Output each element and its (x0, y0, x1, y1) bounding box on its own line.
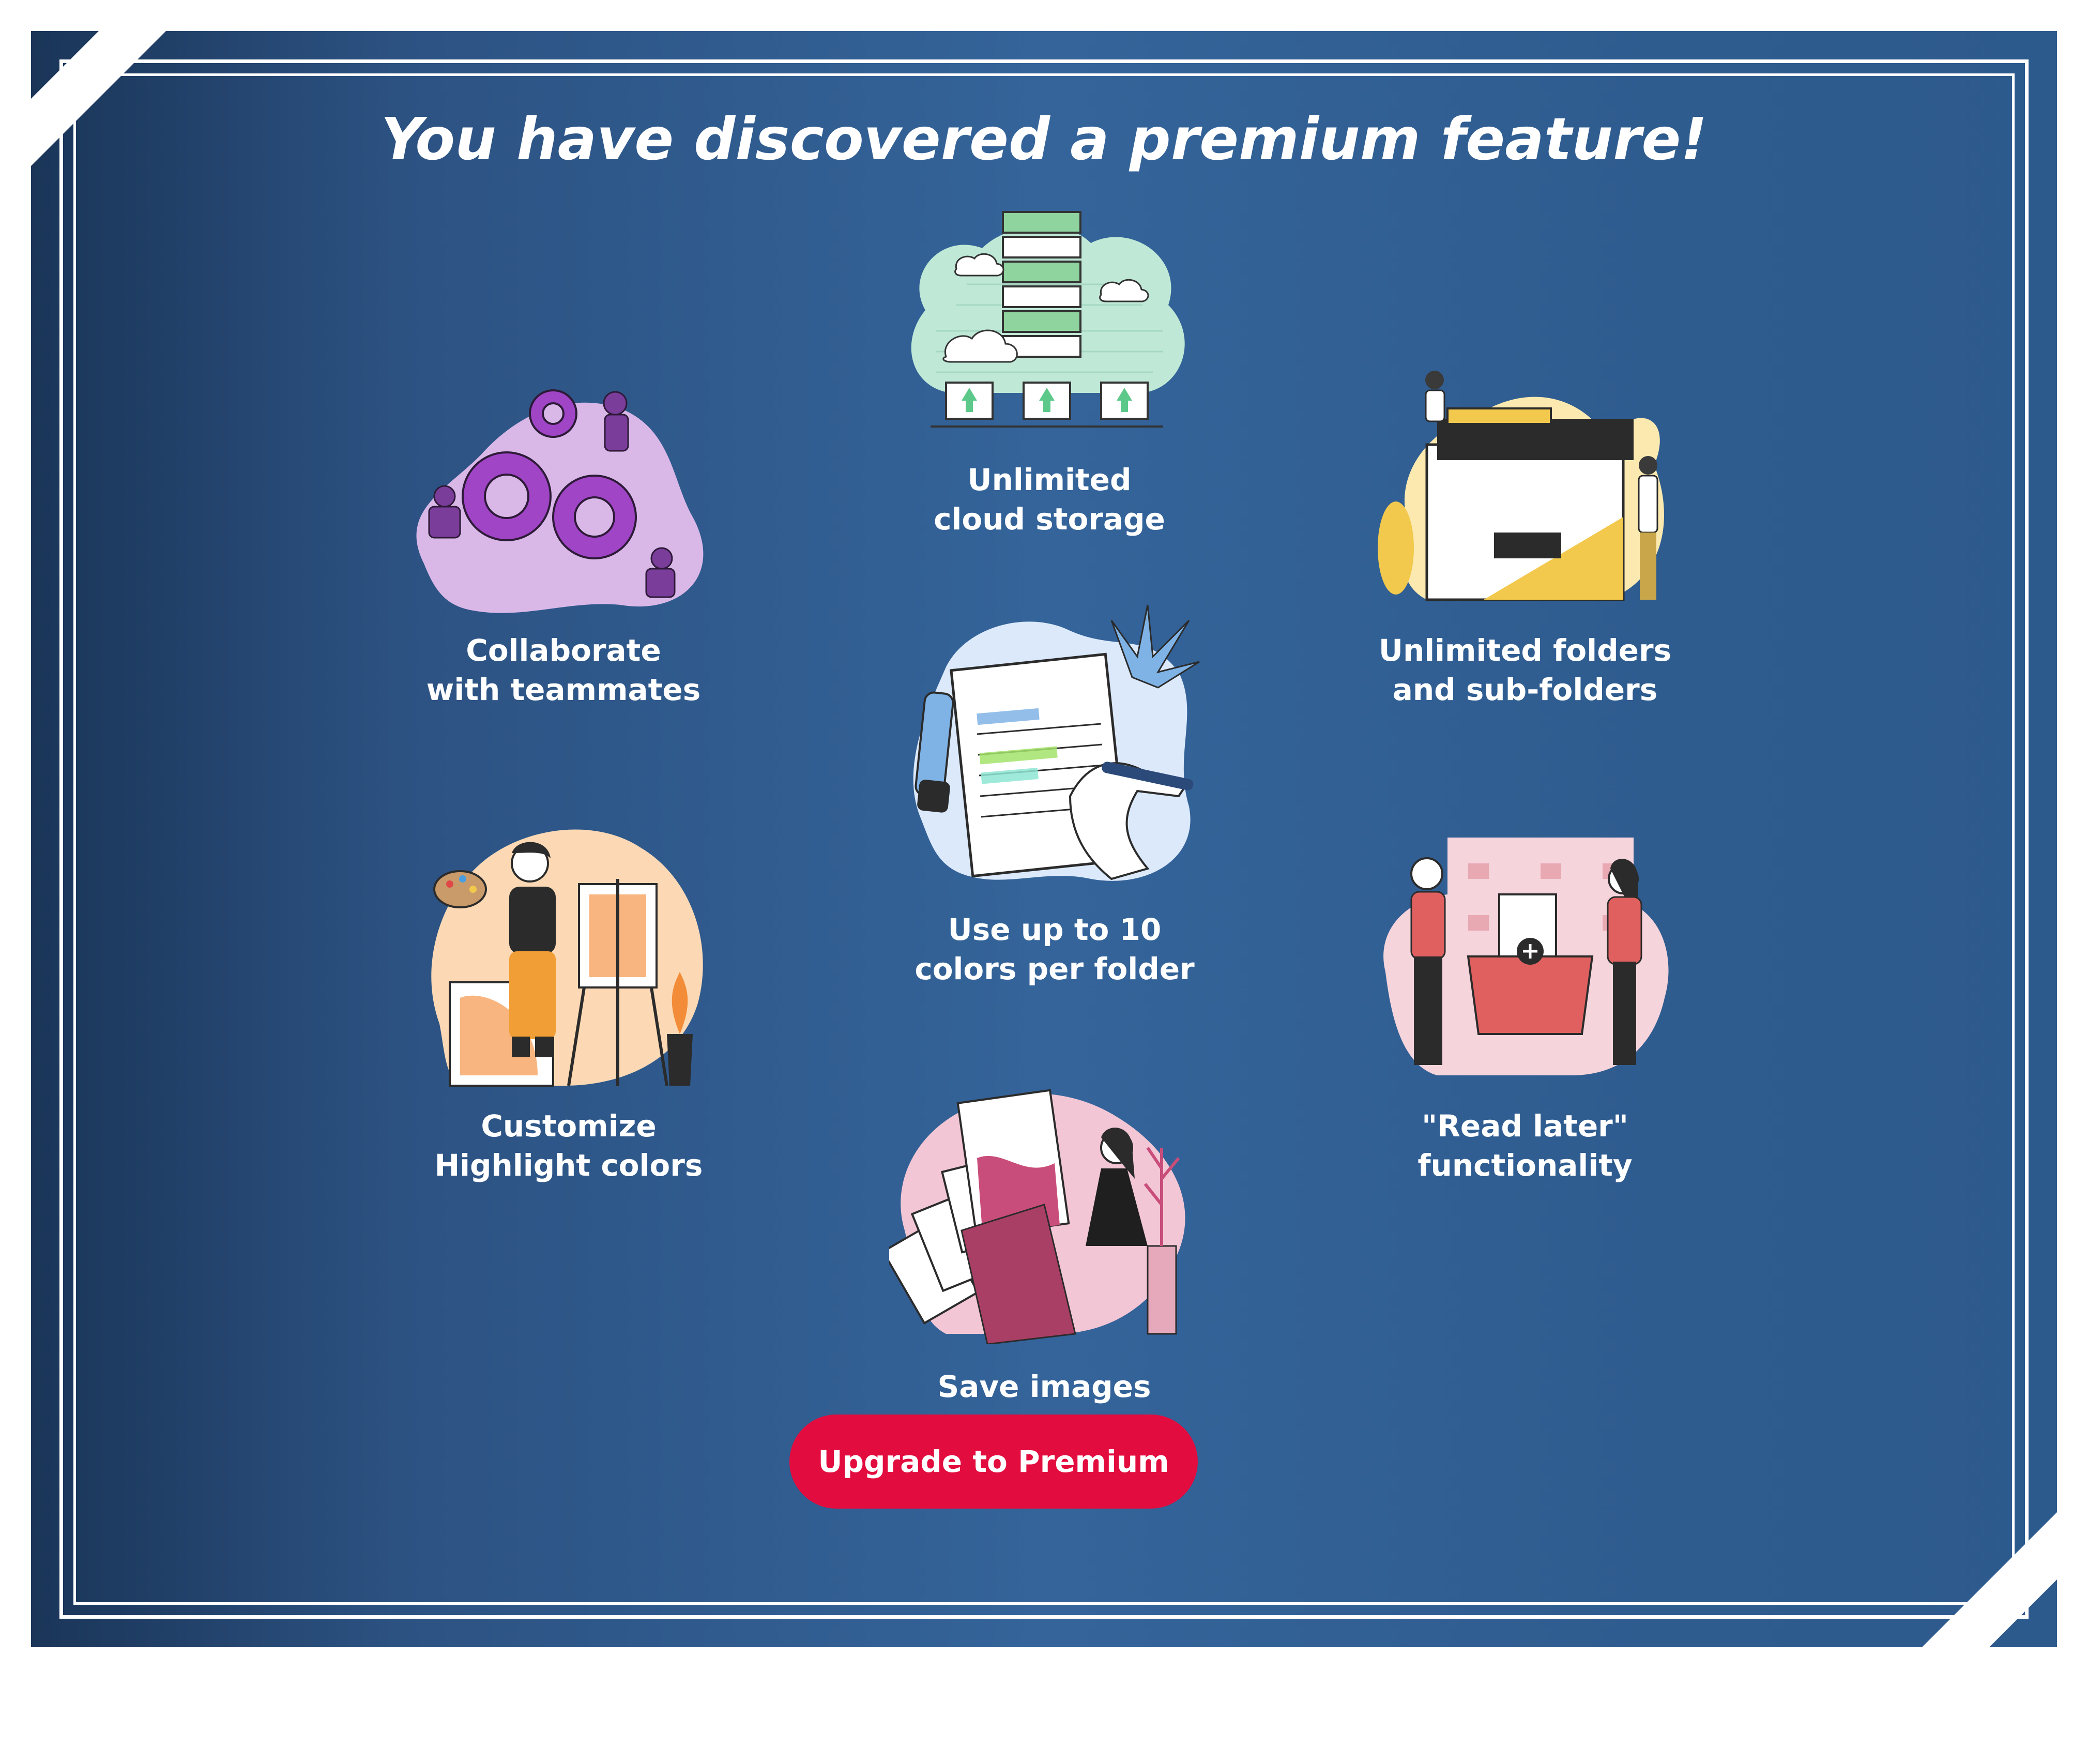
feature-label: Customize Highlight colors (372, 1106, 765, 1185)
page-title: You have discovered a premium feature! (380, 106, 1708, 173)
read-later-illustration (1383, 838, 1669, 1075)
palette-icon (433, 870, 487, 908)
label-line: cloud storage (934, 501, 1165, 537)
feature-label: Collaborate with teammates (352, 631, 775, 709)
feature-read-later: "Read later" functionality (1365, 827, 1685, 1189)
feature-collaborate: Collaborate with teammates (403, 377, 724, 713)
upgrade-to-premium-button[interactable]: Upgrade to Premium (789, 1415, 1198, 1509)
label-line: functionality (1418, 1148, 1633, 1183)
folders-illustration (1378, 371, 1665, 601)
save-images-illustration (889, 1089, 1185, 1344)
teamwork-gears-illustration (416, 389, 704, 613)
label-line: Unlimited folders (1378, 633, 1672, 668)
label-line: Customize (481, 1108, 657, 1144)
label-line: Highlight colors (434, 1148, 703, 1183)
feature-highlight-colors: Customize Highlight colors (424, 817, 713, 1189)
feature-colors-per-folder: Use up to 10 colors per folder (900, 600, 1210, 993)
feature-save-images: Save images (889, 1075, 1199, 1411)
feature-label: Unlimited folders and sub-folders (1313, 631, 1737, 709)
label-line: Unlimited (967, 462, 1132, 497)
feature-label: Use up to 10 colors per folder (848, 910, 1261, 989)
label-line: with teammates (426, 672, 701, 707)
feature-label: Save images (837, 1367, 1251, 1406)
feature-cloud-storage: Unlimited cloud storage (894, 202, 1205, 553)
label-line: colors per folder (915, 951, 1195, 986)
person-left (1410, 857, 1446, 1065)
label-line: Save images (937, 1369, 1151, 1404)
feature-label: "Read later" functionality (1313, 1106, 1737, 1185)
label-line: Use up to 10 (948, 912, 1162, 947)
marker-icon (915, 691, 954, 813)
feature-label: Unlimited cloud storage (843, 460, 1256, 539)
label-line: Collaborate (466, 633, 661, 668)
label-line: and sub-folders (1392, 672, 1658, 707)
painter-illustration (431, 829, 703, 1087)
cloud-storage-illustration (911, 211, 1185, 428)
feature-folders: Unlimited folders and sub-folders (1365, 362, 1685, 713)
label-line: "Read later" (1422, 1108, 1628, 1144)
notebook-highlight-illustration (913, 604, 1200, 881)
